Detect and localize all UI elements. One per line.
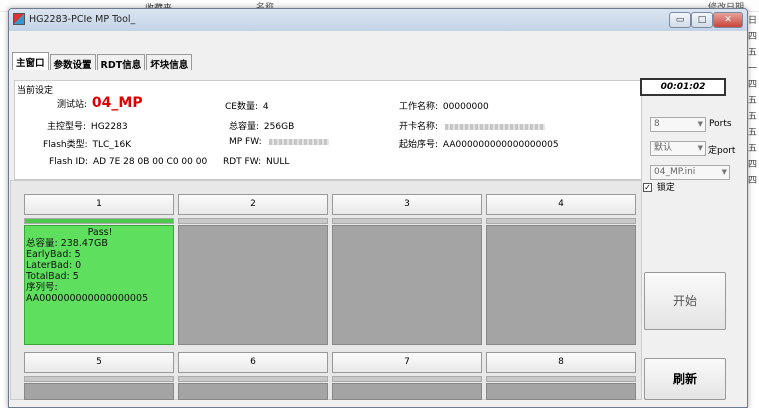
port-1-early-bad: EarlyBad: 5 <box>26 249 81 260</box>
port-1-serial: AA000000000000000005 <box>26 293 149 304</box>
mp-fw-field: MP FW: <box>229 137 329 147</box>
station-label: 测试站: <box>57 100 88 110</box>
maximize-button[interactable]: □ <box>691 12 713 28</box>
station-value: 04_MP <box>91 95 143 111</box>
app-icon <box>13 13 25 25</box>
flash-id-label: Flash ID: <box>49 157 89 167</box>
port-mode-label: 定port <box>708 146 736 156</box>
capacity-label: 总容量: <box>229 122 260 132</box>
port-1-serial-label: 序列号: <box>26 282 58 293</box>
close-button[interactable]: ✕ <box>713 12 743 28</box>
window-title: HG2283-PCIe MP Tool_ <box>29 14 136 25</box>
ce-value: 4 <box>262 102 269 112</box>
ce-label: CE数量: <box>225 102 259 112</box>
card-name-field: 开卡名称: <box>399 119 545 132</box>
chevron-down-icon: ▼ <box>697 120 703 128</box>
start-serial-label: 起始序号: <box>399 140 439 150</box>
port-2-header[interactable]: 2 <box>178 194 328 215</box>
minimize-button[interactable]: ▭ <box>669 12 691 28</box>
capacity-value: 256GB <box>263 122 295 132</box>
chevron-down-icon: ▼ <box>721 168 727 176</box>
card-name-redacted <box>444 123 545 130</box>
port-4-header[interactable]: 4 <box>486 194 636 215</box>
port-4-progress-strip <box>486 218 636 224</box>
port-8-status-panel <box>486 383 636 400</box>
lock-label: 锁定 <box>656 183 675 193</box>
port-8-header[interactable]: 8 <box>486 352 636 373</box>
tab-main-window[interactable]: 主窗口 <box>12 52 49 70</box>
main-tabs: 主窗口 参数设置 RDT信息 坏块信息 <box>12 52 193 71</box>
ini-file-value: 04_MP.ini <box>654 167 696 177</box>
port-1-status: Pass! <box>87 227 113 238</box>
port-2-status-panel <box>178 225 328 345</box>
rdt-fw-value: NULL <box>266 157 290 167</box>
flash-type-label: Flash类型: <box>43 140 88 150</box>
rdt-fw-field: RDT FW: NULL <box>223 157 289 167</box>
port-6-header[interactable]: 6 <box>178 352 328 373</box>
port-5-status-panel <box>24 383 174 400</box>
ports-label: Ports <box>709 119 732 129</box>
port-7-progress-strip <box>332 376 482 382</box>
checkmark-icon: ✓ <box>643 183 652 192</box>
port-1-capacity: 总容量: 238.47GB <box>26 238 108 249</box>
rdt-fw-label: RDT FW: <box>223 157 262 167</box>
ini-file-select[interactable]: 04_MP.ini ▼ <box>650 165 730 180</box>
tab-bad-block-info[interactable]: 坏块信息 <box>146 54 193 71</box>
port-6-status-panel <box>178 383 328 400</box>
start-button[interactable]: 开始 <box>644 272 726 330</box>
port-1-status-panel: Pass! 总容量: 238.47GB EarlyBad: 5 LaterBad… <box>24 225 174 345</box>
tab-rdt-info[interactable]: RDT信息 <box>96 54 146 71</box>
port-1-header[interactable]: 1 <box>24 194 174 215</box>
port-5-header[interactable]: 5 <box>24 352 174 373</box>
work-name-value: 00000000 <box>442 102 489 112</box>
ports-select-value: 8 <box>654 119 660 129</box>
station-field: 测试站: 04_MP <box>57 95 143 111</box>
work-name-field: 工作名称: 00000000 <box>399 99 489 112</box>
elapsed-timer: 00:01:02 <box>640 78 726 96</box>
tab-parameter-settings[interactable]: 参数设置 <box>49 54 96 71</box>
port-3-header[interactable]: 3 <box>332 194 482 215</box>
port-mode-select[interactable]: 默认 ▼ <box>650 141 706 156</box>
capacity-field: 总容量: 256GB <box>229 119 294 132</box>
controller-field: 主控型号: HG2283 <box>47 119 128 132</box>
flash-id-value: AD 7E 28 0B 00 C0 00 00 <box>92 157 208 167</box>
start-serial-value: AA000000000000000005 <box>442 140 559 150</box>
port-3-status-panel <box>332 225 482 345</box>
port-4-status-panel <box>486 225 636 345</box>
lock-checkbox[interactable]: ✓ 锁定 <box>643 180 675 193</box>
port-1-total-bad: TotalBad: 5 <box>26 271 79 282</box>
port-2-progress-strip <box>178 218 328 224</box>
port-7-header[interactable]: 7 <box>332 352 482 373</box>
port-mode-value: 默认 <box>654 143 673 153</box>
port-7-status-panel <box>332 383 482 400</box>
work-name-label: 工作名称: <box>399 102 439 112</box>
flash-type-field: Flash类型: TLC_16K <box>43 137 131 150</box>
port-3-progress-strip <box>332 218 482 224</box>
start-serial-field: 起始序号: AA000000000000000005 <box>399 137 559 150</box>
title-bar[interactable]: HG2283-PCIe MP Tool_ ▭ □ ✕ <box>9 9 747 31</box>
controller-value: HG2283 <box>90 122 128 132</box>
refresh-button[interactable]: 刷新 <box>644 358 726 400</box>
settings-title: 当前设定 <box>17 86 54 96</box>
port-6-progress-strip <box>178 376 328 382</box>
port-5-progress-strip <box>24 376 174 382</box>
mp-fw-redacted <box>268 138 329 145</box>
flash-id-field: Flash ID: AD 7E 28 0B 00 C0 00 00 <box>49 157 207 167</box>
card-name-label: 开卡名称: <box>399 122 439 132</box>
ports-select[interactable]: 8 ▼ <box>650 117 706 132</box>
ce-field: CE数量: 4 <box>225 99 269 112</box>
port-8-progress-strip <box>486 376 636 382</box>
mp-fw-label: MP FW: <box>229 137 262 147</box>
port-1-details: Pass! 总容量: 238.47GB EarlyBad: 5 LaterBad… <box>26 227 174 304</box>
port-1-progress-strip <box>24 218 174 224</box>
port-1-later-bad: LaterBad: 0 <box>26 260 82 271</box>
controller-label: 主控型号: <box>47 122 87 132</box>
current-settings-panel: 当前设定 测试站: 04_MP 主控型号: HG2283 Flash类型: TL… <box>14 80 642 180</box>
flash-type-value: TLC_16K <box>92 140 132 150</box>
chevron-down-icon: ▼ <box>697 144 703 152</box>
